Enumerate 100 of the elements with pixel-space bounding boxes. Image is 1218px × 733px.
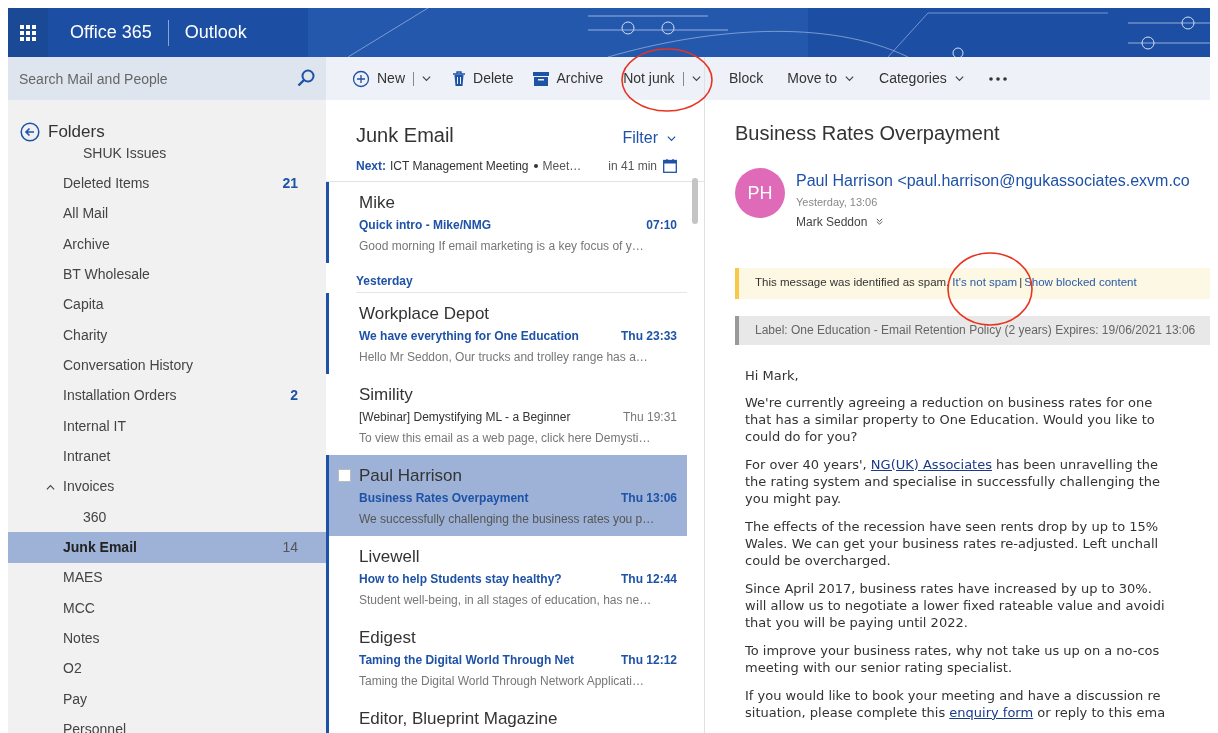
message-item[interactable]: Editor, Blueprint Magazine: [326, 698, 687, 733]
next-event-title[interactable]: ICT Management Meeting: [390, 157, 529, 175]
next-event-location: Meet…: [542, 158, 582, 175]
unread-count: 2: [290, 386, 298, 406]
message-subject: [Webinar] Demystifying ML - a Beginner: [359, 409, 571, 426]
folder-item[interactable]: Archive: [8, 229, 326, 260]
message-item[interactable]: Paul Harrison Business Rates Overpayment Thu 13:06 We successfully challenging the business rates you p…: [326, 455, 687, 536]
sender-name: Workplace Depot: [359, 303, 491, 325]
plus-icon: [352, 69, 370, 88]
app-name[interactable]: Outlook: [184, 19, 247, 46]
toolbar-button[interactable]: Move to: [779, 62, 864, 95]
text-link[interactable]: enquiry form: [949, 704, 1034, 720]
folder-item[interactable]: Notes: [8, 623, 326, 654]
folder-item[interactable]: All Mail: [8, 198, 326, 229]
sender-name: Simility: [359, 384, 414, 406]
search-icon: [297, 69, 315, 87]
message-item[interactable]: Mike Quick intro - Mike/NMG 07:10 Good morning If email marketing is a key focus of y…: [326, 182, 687, 263]
folder-item[interactable]: Pay: [8, 683, 326, 715]
toolbar-button[interactable]: Archive: [525, 62, 612, 95]
next-event-label: Next:: [356, 158, 386, 175]
message-preview: We successfully challenging the business rates you p…: [359, 511, 656, 528]
unread-count: 21: [282, 174, 298, 193]
double-chevron-icon[interactable]: [875, 217, 885, 226]
message-preview: Good morning If email marketing is a key focus of y…: [359, 238, 645, 255]
message-item[interactable]: Livewell How to help Students stay healthy? Thu 12:44 Student well-being, in all stages of education, has ne…: [326, 536, 687, 617]
email-text-line: Wales. We can get your business rates re-adjusted. Left unchall: [745, 534, 1160, 552]
email-text-line: the rating system and specialise in successfully challenging the: [745, 472, 1162, 490]
checkbox[interactable]: [338, 469, 351, 482]
email-text-line: We're currently agreeing a reduction on business rates for one: [745, 393, 1154, 411]
caret-icon[interactable]: [46, 482, 55, 492]
text-link[interactable]: NG(UK) Associates: [870, 456, 992, 472]
toolbar-button[interactable]: Block: [721, 62, 772, 95]
message-time: Thu 23:33: [621, 328, 677, 345]
email-text-line: you might pay.: [745, 489, 843, 507]
folder-item[interactable]: O2: [8, 653, 326, 684]
message-item[interactable]: Simility [Webinar] Demystifying ML - a Beginner Thu 19:31 To view this email as a web page, click here Demysti…: [326, 374, 687, 455]
folder-item[interactable]: MCC: [8, 592, 326, 624]
folder-item[interactable]: 360: [8, 501, 326, 533]
folder-item[interactable]: Deleted Items 21: [8, 168, 326, 199]
message-item[interactable]: Workplace Depot We have everything for One Education Thu 23:33 Hello Mr Seddon, Our trucks and trolley range has a…: [326, 293, 687, 374]
message-preview: Taming the Digital World Through Network Applicati…: [359, 673, 646, 690]
search-field[interactable]: Search Mail and People: [8, 57, 326, 100]
email-greeting: Hi Mark,: [745, 366, 800, 384]
not-spam-link[interactable]: It's not spam: [952, 274, 1018, 292]
toolbar-button[interactable]: Delete: [444, 62, 522, 95]
sender-name: Edigest: [359, 627, 417, 649]
unread-count: 14: [282, 537, 298, 557]
toolbar-button[interactable]: Categories: [871, 62, 973, 95]
next-event-time: in 41 min: [608, 158, 657, 175]
message-time: Thu 12:12: [621, 652, 677, 669]
message-subject: We have everything for One Education: [359, 328, 579, 345]
sender-address[interactable]: Paul Harrison <paul.harrison@ngukassociates.exvm.co: [796, 169, 1190, 193]
chevron-down-icon: [690, 73, 702, 84]
folder-item[interactable]: MAES: [8, 562, 326, 593]
message-subject: Quick intro - Mike/NMG: [359, 217, 491, 234]
calendar-icon: [663, 159, 677, 173]
message-subject: How to help Students stay healthy?: [359, 571, 562, 588]
sent-date: Yesterday, 13:06: [796, 195, 879, 210]
folder-item[interactable]: Charity: [8, 319, 326, 351]
folder-item[interactable]: BT Wholesale: [8, 259, 326, 290]
scrollbar-thumb: [692, 178, 698, 224]
message-time: Thu 13:06: [621, 490, 677, 507]
sender-name: Livewell: [359, 546, 421, 568]
app-launcher-button[interactable]: [8, 8, 48, 57]
message-item[interactable]: Edigest Taming the Digital World Through Net Thu 12:12 Taming the Digital World Through Network Applicati…: [326, 617, 687, 698]
spam-notice-text: This message was identified as spam.: [755, 275, 950, 291]
chevron-down-icon: [844, 73, 856, 84]
folder-item[interactable]: Capita: [8, 289, 326, 320]
message-preview: Hello Mr Seddon, Our trucks and trolley range has a…: [359, 349, 649, 366]
link-separator: |: [1019, 275, 1023, 291]
folder-item[interactable]: Conversation History: [8, 350, 326, 381]
message-preview: To view this email as a web page, click here Demysti…: [359, 430, 652, 447]
message-time: Thu 19:31: [622, 409, 677, 426]
email-text-line: will allow us to negotiate a lower fixed rateable value and avoidi: [745, 596, 1166, 614]
suite-name[interactable]: Office 365: [70, 19, 152, 46]
email-text-line: could be overcharged.: [745, 551, 892, 569]
folder-item[interactable]: Junk Email 14: [8, 532, 326, 563]
more-icon: [988, 76, 1007, 81]
filter-button[interactable]: Filter: [622, 126, 677, 150]
folder-item[interactable]: Intranet: [8, 441, 326, 472]
email-subject: Business Rates Overpayment: [735, 121, 1001, 146]
archive-box-icon: [533, 71, 550, 86]
email-text-line: that has a similar property to One Education. Would you like to: [745, 410, 1156, 428]
email-text-line: Since April 2017, business rates have increased by up to 30%.: [745, 579, 1153, 597]
sender-name: Editor, Blueprint Magazine: [359, 708, 559, 730]
email-text-line: To improve your business rates, why not take us up on a no-cos: [745, 641, 1161, 659]
folder-item[interactable]: Invoices: [8, 471, 326, 502]
sender-name: Paul Harrison: [359, 465, 463, 487]
message-subject: Business Rates Overpayment: [359, 490, 529, 507]
folder-item[interactable]: Installation Orders 2: [8, 380, 326, 411]
email-text-line: For over 40 years', NG(UK) Associates has been unravelling the: [745, 455, 1160, 473]
email-text-line: situation, please complete this enquiry form or reply to this ema: [745, 703, 1167, 721]
folder-item[interactable]: Internal IT: [8, 410, 326, 442]
email-text-line: could do for you?: [745, 427, 859, 445]
trash-icon: [452, 70, 466, 87]
email-text-line: If you would like to book your meeting and have a discussion re: [745, 686, 1162, 704]
toolbar-button[interactable]: New: [344, 62, 440, 95]
sender-avatar: PH: [735, 168, 785, 218]
email-text-line: that you will be paying until 2022.: [745, 613, 969, 631]
chevron-down-icon: [953, 73, 965, 84]
